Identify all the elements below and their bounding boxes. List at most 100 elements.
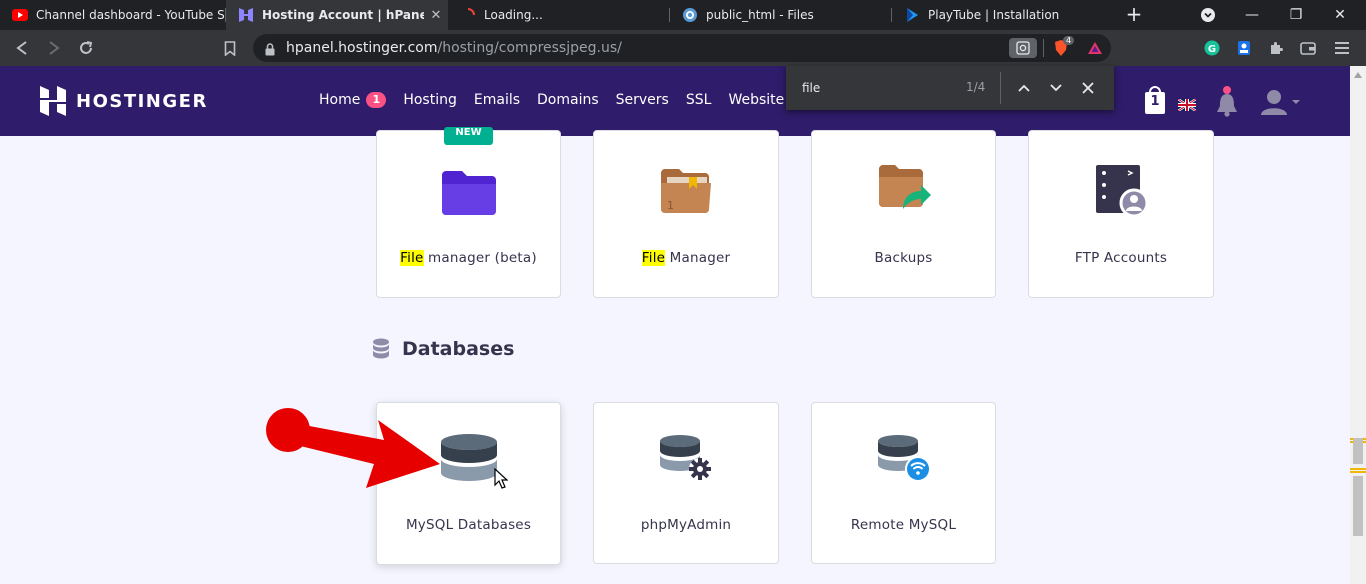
red-annotation-arrow bbox=[266, 408, 440, 488]
close-window-button[interactable]: ✕ bbox=[1320, 0, 1360, 30]
find-highlight: File bbox=[400, 250, 424, 266]
new-tab-button[interactable]: + bbox=[1124, 0, 1144, 30]
chevron-down-icon bbox=[1201, 8, 1215, 22]
mysql-database-icon bbox=[439, 433, 499, 489]
find-in-page-icon[interactable] bbox=[1009, 38, 1037, 58]
nav-ssl[interactable]: SSL bbox=[686, 92, 712, 108]
file-manager-beta-card[interactable]: File manager (beta) bbox=[376, 130, 561, 298]
close-icon bbox=[1082, 82, 1094, 94]
scrollbar-track-segment bbox=[1353, 476, 1363, 536]
close-tab-icon[interactable]: ✕ bbox=[424, 8, 448, 23]
wallet-button[interactable] bbox=[1296, 36, 1320, 60]
address-bar[interactable]: hpanel.hostinger.com/hosting/compressjpe… bbox=[253, 34, 1111, 62]
find-highlight: File bbox=[641, 250, 666, 266]
nav-hosting-label: Hosting bbox=[403, 92, 457, 108]
hostinger-logo[interactable]: HOSTINGER bbox=[40, 86, 208, 116]
tab-loading[interactable]: Loading... bbox=[448, 0, 670, 30]
purple-folder-icon bbox=[440, 169, 498, 221]
forward-arrow-icon bbox=[49, 41, 60, 55]
phpmyadmin-card[interactable]: phpMyAdmin bbox=[593, 402, 779, 564]
find-in-page-bar: 1/4 bbox=[786, 66, 1114, 110]
card-label: File Manager bbox=[594, 250, 778, 266]
browser-menu-button[interactable] bbox=[1330, 36, 1354, 60]
account-menu-button[interactable] bbox=[1258, 88, 1304, 120]
database-gear-icon bbox=[658, 433, 714, 487]
user-avatar-icon bbox=[1261, 90, 1300, 115]
find-next-button[interactable] bbox=[1044, 76, 1068, 100]
card-label: File manager (beta) bbox=[377, 250, 560, 266]
section-title: Databases bbox=[402, 338, 515, 360]
nav-home[interactable]: Home 1 bbox=[319, 92, 387, 108]
bookmark-button[interactable] bbox=[218, 36, 242, 60]
tab-youtube-studio[interactable]: Channel dashboard - YouTube Studio bbox=[0, 0, 226, 30]
url-text: hpanel.hostinger.com/hosting/compressjpe… bbox=[286, 40, 622, 56]
folder-share-icon bbox=[875, 163, 933, 219]
file-manager-card[interactable]: 1 File Manager bbox=[593, 130, 779, 298]
browser-toolbar: hpanel.hostinger.com/hosting/compressjpe… bbox=[0, 30, 1366, 66]
grammarly-icon: G bbox=[1204, 40, 1220, 56]
find-match-marker bbox=[1350, 471, 1366, 473]
card-label: FTP Accounts bbox=[1074, 250, 1168, 266]
tab-hosting-account[interactable]: Hosting Account | hPanel ✕ bbox=[226, 0, 448, 30]
database-wifi-icon bbox=[876, 433, 932, 487]
nav-hosting[interactable]: Hosting bbox=[403, 92, 457, 108]
language-selector[interactable] bbox=[1177, 96, 1197, 115]
svg-text:G: G bbox=[1208, 44, 1216, 55]
scroll-up-icon[interactable] bbox=[1354, 72, 1362, 78]
remote-mysql-card[interactable]: Remote MySQL bbox=[811, 402, 996, 564]
scrollbar-thumb[interactable] bbox=[1353, 438, 1363, 464]
uk-flag-icon bbox=[1177, 98, 1197, 112]
youtube-icon bbox=[12, 7, 28, 23]
nav-domains[interactable]: Domains bbox=[537, 92, 599, 108]
databases-section-header: Databases bbox=[372, 338, 514, 360]
extension-button[interactable] bbox=[1232, 36, 1256, 60]
page-scrollbar[interactable] bbox=[1350, 66, 1366, 584]
back-button[interactable] bbox=[10, 36, 34, 60]
tab-title: public_html - Files bbox=[706, 8, 814, 22]
ftp-accounts-card[interactable]: FTP Accounts bbox=[1028, 130, 1214, 298]
hamburger-icon bbox=[1335, 42, 1349, 54]
tab-title: PlayTube | Installation bbox=[928, 8, 1060, 22]
nav-ssl-label: SSL bbox=[685, 92, 712, 108]
reload-button[interactable] bbox=[74, 36, 98, 60]
card-label: MySQL Databases bbox=[405, 517, 532, 533]
tab-playtube-installation[interactable]: PlayTube | Installation bbox=[892, 0, 1114, 30]
main-nav: Home 1 Hosting Emails Domains Servers SSL… bbox=[319, 92, 855, 108]
chevron-down-icon bbox=[1050, 84, 1062, 92]
backups-card[interactable]: Backups bbox=[811, 130, 996, 298]
extensions-menu-button[interactable] bbox=[1264, 36, 1288, 60]
tab-title: Loading... bbox=[484, 8, 543, 22]
nav-emails[interactable]: Emails bbox=[474, 92, 520, 108]
nav-servers-label: Servers bbox=[615, 92, 669, 108]
card-label: phpMyAdmin bbox=[640, 517, 732, 533]
notifications-button[interactable] bbox=[1214, 84, 1240, 122]
back-arrow-icon bbox=[16, 41, 27, 55]
url-path: /hosting/compressjpeg.us/ bbox=[437, 40, 622, 56]
find-previous-button[interactable] bbox=[1012, 76, 1036, 100]
mouse-cursor-icon bbox=[494, 468, 508, 489]
restore-button[interactable]: ❐ bbox=[1276, 0, 1316, 30]
grammarly-extension-button[interactable]: G bbox=[1200, 36, 1224, 60]
lock-icon bbox=[265, 41, 275, 60]
minimize-button[interactable]: — bbox=[1232, 0, 1272, 30]
hostinger-icon bbox=[238, 7, 254, 23]
find-input[interactable] bbox=[802, 78, 952, 98]
database-icon bbox=[373, 338, 389, 359]
card-label: Remote MySQL bbox=[850, 517, 957, 533]
tab-public-html-files[interactable]: public_html - Files bbox=[670, 0, 892, 30]
brave-rewards-icon[interactable] bbox=[1085, 38, 1105, 58]
forward-button[interactable] bbox=[42, 36, 66, 60]
chevron-up-icon bbox=[1018, 84, 1030, 92]
extension-badge-icon bbox=[1238, 41, 1250, 55]
nav-home-label: Home bbox=[319, 92, 361, 108]
cart-button[interactable]: 1 bbox=[1144, 86, 1166, 118]
tab-search-button[interactable] bbox=[1188, 0, 1228, 30]
wallet-icon bbox=[1300, 42, 1316, 55]
find-close-button[interactable] bbox=[1076, 76, 1100, 100]
nav-servers[interactable]: Servers bbox=[616, 92, 669, 108]
tab-title: Hosting Account | hPanel bbox=[262, 8, 424, 22]
nav-domains-label: Domains bbox=[537, 92, 599, 108]
label-rest: Manager bbox=[665, 250, 731, 266]
puzzle-icon bbox=[1271, 42, 1283, 54]
hostinger-logo-icon bbox=[40, 86, 66, 116]
